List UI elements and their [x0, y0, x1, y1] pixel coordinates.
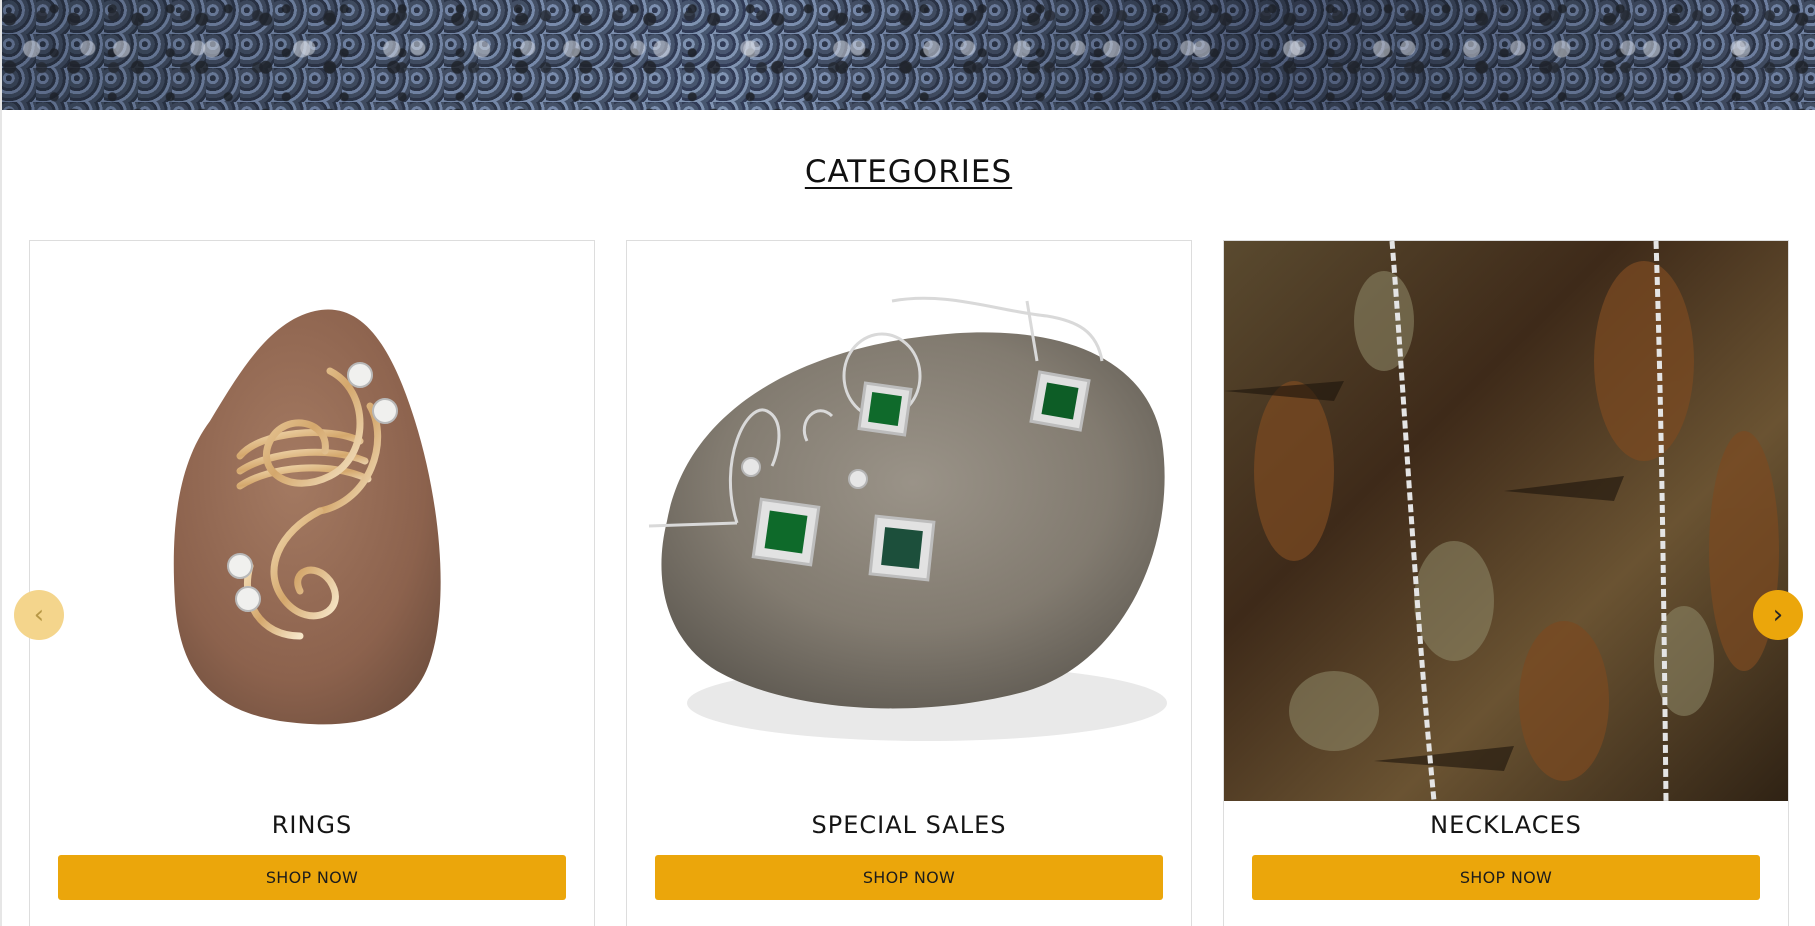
- hero-banner-image: [2, 0, 1815, 110]
- chevron-right-icon: ›: [1772, 600, 1784, 630]
- carousel-next-button[interactable]: ›: [1753, 590, 1803, 640]
- category-title-special-sales: SPECIAL SALES: [811, 811, 1007, 839]
- necklaces-image[interactable]: [1224, 241, 1788, 801]
- category-title-rings: RINGS: [271, 811, 353, 839]
- shop-now-button-rings[interactable]: SHOP NOW: [58, 855, 566, 900]
- category-title-necklaces: NECKLACES: [1430, 811, 1582, 839]
- special-sales-image[interactable]: [627, 241, 1191, 801]
- shop-now-button-necklaces[interactable]: SHOP NOW: [1252, 855, 1760, 900]
- categories-heading: CATEGORIES: [804, 154, 1013, 190]
- category-card-necklaces[interactable]: NECKLACES SHOP NOW: [1223, 240, 1789, 926]
- shop-now-button-special-sales[interactable]: SHOP NOW: [655, 855, 1163, 900]
- category-card-special-sales[interactable]: SPECIAL SALES SHOP NOW: [626, 240, 1192, 926]
- carousel-prev-button[interactable]: ‹: [14, 590, 64, 640]
- section-header: CATEGORIES: [2, 154, 1815, 190]
- category-card-rings[interactable]: RINGS SHOP NOW: [29, 240, 595, 926]
- rings-image[interactable]: [30, 241, 594, 801]
- page: CATEGORIES RINGS SHOP NOW SPECIAL SALES …: [0, 0, 1815, 926]
- chevron-left-icon: ‹: [33, 600, 45, 630]
